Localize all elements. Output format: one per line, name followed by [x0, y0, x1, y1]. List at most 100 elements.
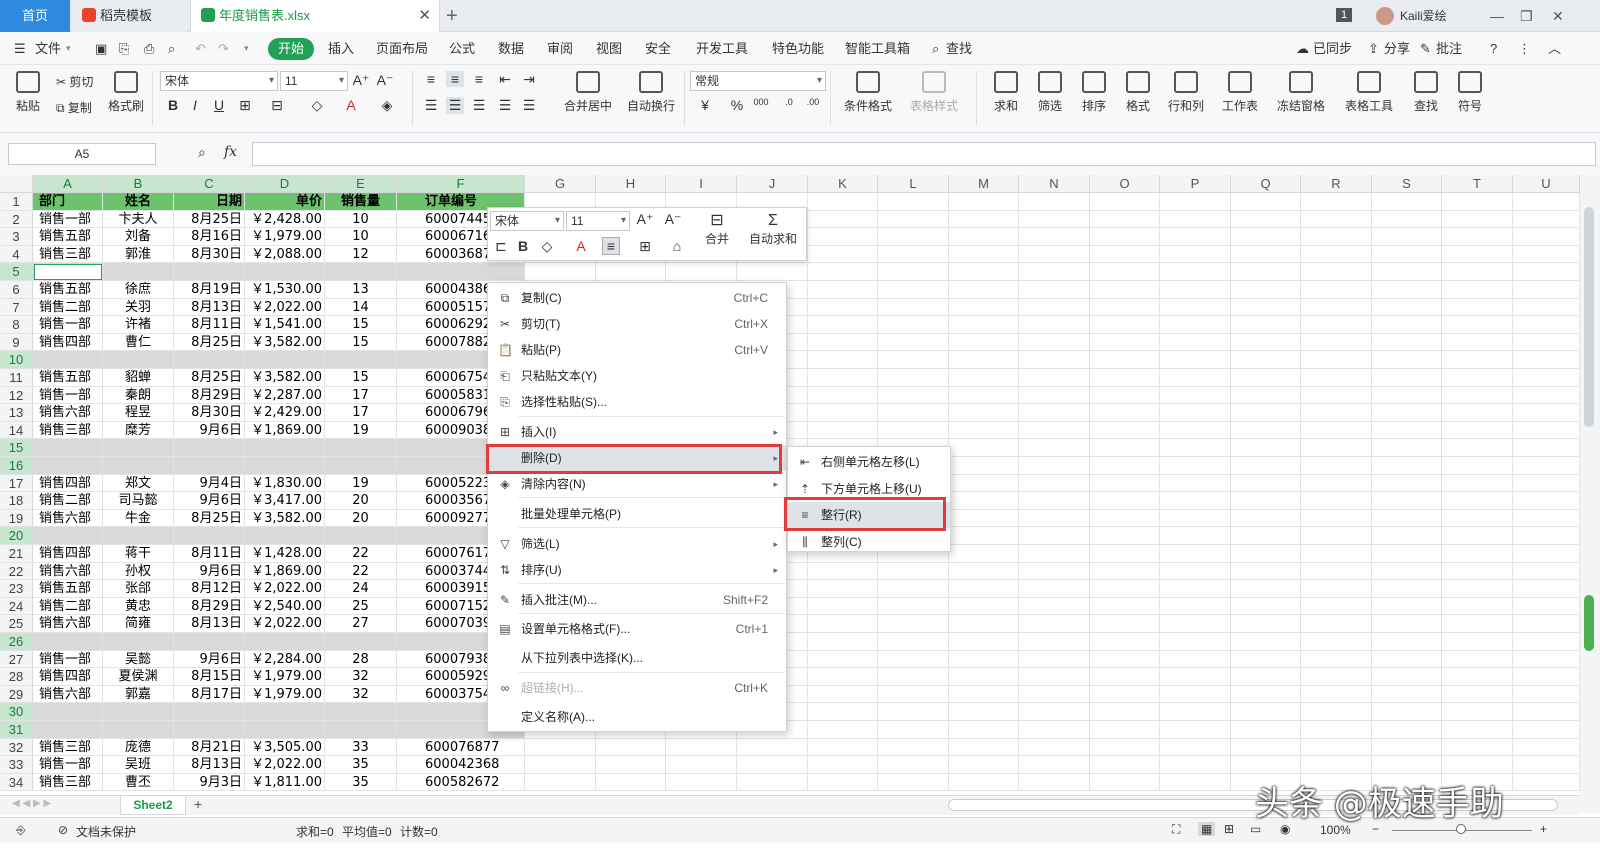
- empty-cell[interactable]: [1231, 509, 1301, 528]
- empty-cell[interactable]: [1231, 756, 1301, 774]
- empty-cell[interactable]: [1160, 263, 1231, 281]
- empty-cell[interactable]: [1231, 562, 1301, 581]
- filter-button[interactable]: 筛选: [1032, 71, 1068, 114]
- table-cell[interactable]: 28: [325, 650, 397, 669]
- empty-cell[interactable]: [1301, 333, 1372, 352]
- worksheet-button[interactable]: 工作表: [1218, 71, 1262, 114]
- empty-cell[interactable]: [1019, 756, 1090, 774]
- table-cell[interactable]: 600076877: [397, 738, 525, 757]
- empty-cell[interactable]: [1513, 509, 1580, 528]
- empty-cell[interactable]: [808, 756, 878, 774]
- column-header-h[interactable]: H: [596, 175, 666, 193]
- empty-cell[interactable]: [1372, 263, 1442, 281]
- empty-cell[interactable]: [1231, 421, 1301, 440]
- empty-cell[interactable]: [1160, 474, 1231, 493]
- empty-cell[interactable]: [1442, 492, 1513, 510]
- table-cell[interactable]: 600582672: [397, 773, 525, 792]
- empty-cell[interactable]: [878, 773, 949, 792]
- increase-font-icon[interactable]: A⁺: [352, 72, 370, 89]
- vertical-scrollbar[interactable]: [1580, 175, 1600, 813]
- empty-cell[interactable]: [1442, 474, 1513, 493]
- empty-cell[interactable]: [666, 756, 737, 774]
- table-cell[interactable]: 8月29日: [174, 597, 245, 616]
- empty-cell[interactable]: [1372, 650, 1442, 669]
- table-cell[interactable]: 销售量: [325, 193, 397, 211]
- context-menu-item[interactable]: 定义名称(A)...: [488, 704, 786, 730]
- eraser-icon[interactable]: ◈: [378, 97, 396, 114]
- border-icon[interactable]: ⊞: [236, 97, 254, 114]
- menu-view[interactable]: 视图: [596, 32, 622, 65]
- empty-cell[interactable]: [1442, 386, 1513, 405]
- fullscreen-icon[interactable]: ⛶: [1172, 822, 1180, 837]
- empty-cell[interactable]: [949, 562, 1019, 581]
- empty-cell[interactable]: [1231, 650, 1301, 669]
- conditional-format-button[interactable]: 条件格式: [840, 71, 896, 114]
- row-header[interactable]: 26: [0, 633, 33, 651]
- table-cell[interactable]: ￥3,582.00: [245, 369, 325, 387]
- empty-cell[interactable]: [1301, 210, 1372, 229]
- table-cell[interactable]: [33, 633, 103, 651]
- table-cell[interactable]: [33, 457, 103, 475]
- mini-merge-button[interactable]: ⊟ 合并: [694, 212, 740, 247]
- table-cell[interactable]: [174, 457, 245, 475]
- empty-cell[interactable]: [878, 263, 949, 281]
- empty-cell[interactable]: [949, 474, 1019, 493]
- bold-icon[interactable]: B: [164, 97, 182, 113]
- empty-cell[interactable]: [1019, 474, 1090, 493]
- empty-cell[interactable]: [1090, 756, 1160, 774]
- empty-cell[interactable]: [808, 633, 878, 651]
- empty-cell[interactable]: [1090, 773, 1160, 792]
- empty-cell[interactable]: [1442, 193, 1513, 211]
- empty-cell[interactable]: [1090, 210, 1160, 229]
- empty-cell[interactable]: [878, 756, 949, 774]
- empty-cell[interactable]: [878, 615, 949, 633]
- empty-cell[interactable]: [1160, 597, 1231, 616]
- empty-cell[interactable]: [1231, 597, 1301, 616]
- empty-cell[interactable]: [1231, 685, 1301, 704]
- table-style-button[interactable]: 表格样式: [906, 71, 962, 114]
- empty-cell[interactable]: [1090, 457, 1160, 475]
- empty-cell[interactable]: [1160, 245, 1231, 264]
- empty-cell[interactable]: [1301, 404, 1372, 422]
- table-cell[interactable]: ￥3,417.00: [245, 492, 325, 510]
- empty-cell[interactable]: [949, 421, 1019, 440]
- empty-cell[interactable]: [949, 369, 1019, 387]
- table-cell[interactable]: 销售二部: [33, 298, 103, 317]
- empty-cell[interactable]: [1090, 421, 1160, 440]
- empty-cell[interactable]: [1231, 298, 1301, 317]
- zoom-icon[interactable]: ⌕: [198, 144, 206, 161]
- column-header-q[interactable]: Q: [1231, 175, 1301, 193]
- mini-autosum-button[interactable]: Σ 自动求和: [742, 212, 804, 247]
- empty-cell[interactable]: [808, 580, 878, 598]
- table-cell[interactable]: 郭淮: [103, 245, 174, 264]
- table-cell[interactable]: [245, 721, 325, 739]
- empty-cell[interactable]: [1160, 351, 1231, 369]
- empty-cell[interactable]: [1513, 773, 1580, 792]
- table-cell[interactable]: 销售五部: [33, 369, 103, 387]
- empty-cell[interactable]: [949, 597, 1019, 616]
- zoom-in-icon[interactable]: +: [1540, 822, 1547, 836]
- empty-cell[interactable]: [1301, 492, 1372, 510]
- comment-icon[interactable]: ✎: [1420, 32, 1431, 65]
- close-window-icon[interactable]: ✕: [1552, 0, 1564, 32]
- table-cell[interactable]: 姓名: [103, 193, 174, 211]
- menu-find[interactable]: 查找: [946, 32, 972, 65]
- empty-cell[interactable]: [1160, 316, 1231, 334]
- empty-cell[interactable]: [949, 351, 1019, 369]
- normal-view-icon[interactable]: ▦: [1198, 822, 1216, 836]
- empty-cell[interactable]: [1372, 738, 1442, 757]
- empty-cell[interactable]: [1372, 756, 1442, 774]
- empty-cell[interactable]: [808, 316, 878, 334]
- empty-cell[interactable]: [1019, 210, 1090, 229]
- table-cell[interactable]: 销售四部: [33, 545, 103, 563]
- empty-cell[interactable]: [1160, 509, 1231, 528]
- empty-cell[interactable]: [1019, 650, 1090, 669]
- font-color-icon[interactable]: A: [572, 238, 590, 254]
- column-header-b[interactable]: B: [103, 175, 174, 193]
- empty-cell[interactable]: [878, 351, 949, 369]
- empty-cell[interactable]: [1160, 527, 1231, 545]
- empty-cell[interactable]: [596, 263, 666, 281]
- table-cell[interactable]: ￥1,979.00: [245, 228, 325, 246]
- empty-cell[interactable]: [949, 633, 1019, 651]
- empty-cell[interactable]: [1513, 193, 1580, 211]
